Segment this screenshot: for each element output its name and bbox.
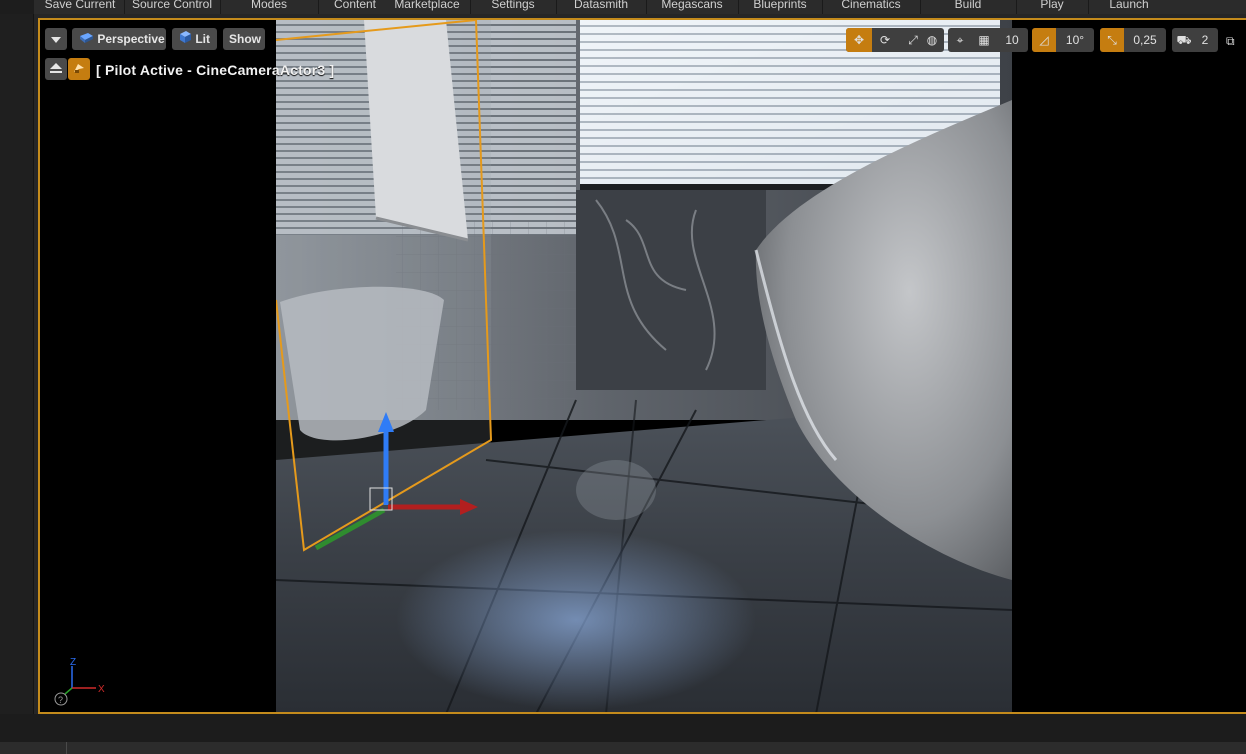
toolbar-modes[interactable]: Modes [220,0,319,14]
toolbar-marketplace[interactable]: Marketplace [384,0,471,14]
rotation-snap-group: ◿ 10° [1032,28,1094,52]
perspective-button[interactable]: Perspective [72,28,166,50]
toolbar-settings[interactable]: Settings [470,0,557,14]
lit-label: Lit [195,32,211,46]
camera-speed-group[interactable]: ⛟ 2 [1172,28,1218,52]
show-label: Show [229,32,261,46]
maximize-viewport-button[interactable]: ⧉ [1226,32,1240,48]
grid-snap-toggle[interactable]: ▦ [972,28,996,52]
translate-icon: ✥ [853,33,865,47]
lit-sphere-icon [178,29,192,51]
show-button[interactable]: Show [223,28,265,50]
world-local-button[interactable]: ◍ [920,28,944,52]
rotate-button[interactable]: ⟳ [872,28,898,52]
toolbar-blueprints[interactable]: Blueprints [738,0,823,14]
scene-render[interactable] [276,20,1012,714]
chevron-down-icon [51,29,61,51]
toolbar-play[interactable]: Play [1016,0,1089,14]
toolbar-source-control[interactable]: Source Control [124,0,221,14]
svg-text:?: ? [58,695,63,705]
toolbar-cinematics[interactable]: Cinematics [822,0,921,14]
perspective-label: Perspective [97,32,165,46]
lit-button[interactable]: Lit [172,28,217,50]
transform-tools-group: ✥ ⟳ ⤢ [846,28,928,52]
rotation-snap-toggle[interactable]: ◿ [1032,28,1056,52]
eject-icon [49,59,63,81]
viewport-options-button[interactable] [45,28,67,50]
camera-speed-value: 2 [1201,33,1209,47]
toolbar-empty-slot [1170,0,1246,14]
eject-pilot-button[interactable] [45,58,67,80]
scale-snap-value[interactable]: 0,25 [1124,28,1166,52]
toolbar-save-current[interactable]: Save Current [36,0,125,14]
axis-x-label: X [98,684,105,695]
pilot-active-label: [ Pilot Active - CineCameraActor3 ] [96,62,335,78]
scale-icon: ⤢ [908,33,918,47]
grid-snap-group: ⌖ ▦ 10 [948,28,1028,52]
level-viewport[interactable]: Perspective Lit Show [ Pilot Active - Ci… [38,18,1246,714]
rotation-snap-value[interactable]: 10° [1056,28,1094,52]
translate-button[interactable]: ✥ [846,28,872,52]
main-toolbar: Save Current Source Control Modes Conten… [0,0,1246,14]
scale-snap-group: ⤡ 0,25 [1100,28,1166,52]
perspective-cube-icon [78,29,94,51]
pilot-camera-icon [72,59,86,81]
toolbar-launch[interactable]: Launch [1088,0,1170,14]
grid-snap-value[interactable]: 10 [996,28,1028,52]
scale-snap-toggle[interactable]: ⤡ [1100,28,1124,52]
toolbar-build[interactable]: Build [920,0,1017,14]
help-icon[interactable]: ? [54,692,68,706]
maximize-icon: ⧉ [1226,34,1235,48]
status-strip [0,742,1246,754]
axis-z-label: Z [70,657,76,668]
toolbar-datasmith[interactable]: Datasmith [556,0,647,14]
grid-icon: ▦ [978,33,990,47]
toolbar-content[interactable]: Content [318,0,392,14]
toolbar-megascans[interactable]: Megascans [646,0,739,14]
surface-snap-button[interactable]: ⌖ [948,28,972,52]
camera-speed-icon: ⛟ [1176,33,1192,47]
left-panel-strip [0,14,34,714]
angle-snap-icon: ◿ [1039,33,1049,47]
rotate-icon: ⟳ [879,33,891,47]
axis-indicator: Z X ? [54,657,105,706]
pilot-camera-button[interactable] [68,58,90,80]
world-local-icon: ◍ [926,33,938,47]
scale-snap-icon: ⤡ [1107,33,1117,47]
bottom-status-bar [0,714,1246,754]
surface-snap-icon: ⌖ [956,33,964,47]
status-divider [66,742,67,754]
toolbar-lead [0,0,34,14]
